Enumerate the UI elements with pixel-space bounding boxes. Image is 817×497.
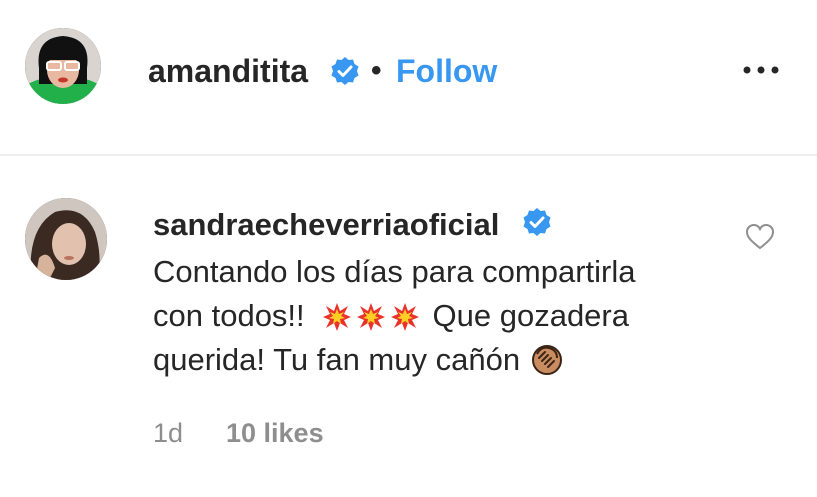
commenter-avatar-image [25,198,107,280]
more-options-icon[interactable] [740,58,782,82]
follow-button[interactable]: Follow [396,51,497,91]
comment-text: Contando los días para compartirla con t… [153,250,713,382]
heart-icon[interactable] [745,222,775,252]
comment-line-2-text: con todos!! [153,298,305,333]
author-username[interactable]: amanditita [148,51,308,91]
comment-likes-count[interactable]: 10 likes [226,416,324,450]
author-avatar-image [25,28,101,104]
verified-badge-icon [331,57,359,85]
verified-badge-icon [523,208,551,236]
separator-dot: • [371,54,382,87]
commenter-username[interactable]: sandraecheverriaoficial [153,205,499,245]
clapping-hands-emoji-icon [531,345,562,375]
comment-line-3: querida! Tu fan muy cañón [153,338,713,382]
comment-line-2-tail: Que gozadera [432,298,629,333]
comment-line-3-text: querida! Tu fan muy cañón [153,342,521,377]
collision-emoji-icon [322,303,351,331]
author-avatar[interactable] [25,28,101,104]
comment-line-1: Contando los días para compartirla [153,254,636,289]
comment-line-2: con todos!! Que gozadera [153,294,713,338]
comment-timestamp: 1d [153,418,184,448]
commenter-avatar[interactable] [25,198,107,280]
collision-emoji-icon [390,303,419,331]
collision-emoji-icon [356,303,385,331]
post-header: amanditita • Follow [0,0,817,156]
